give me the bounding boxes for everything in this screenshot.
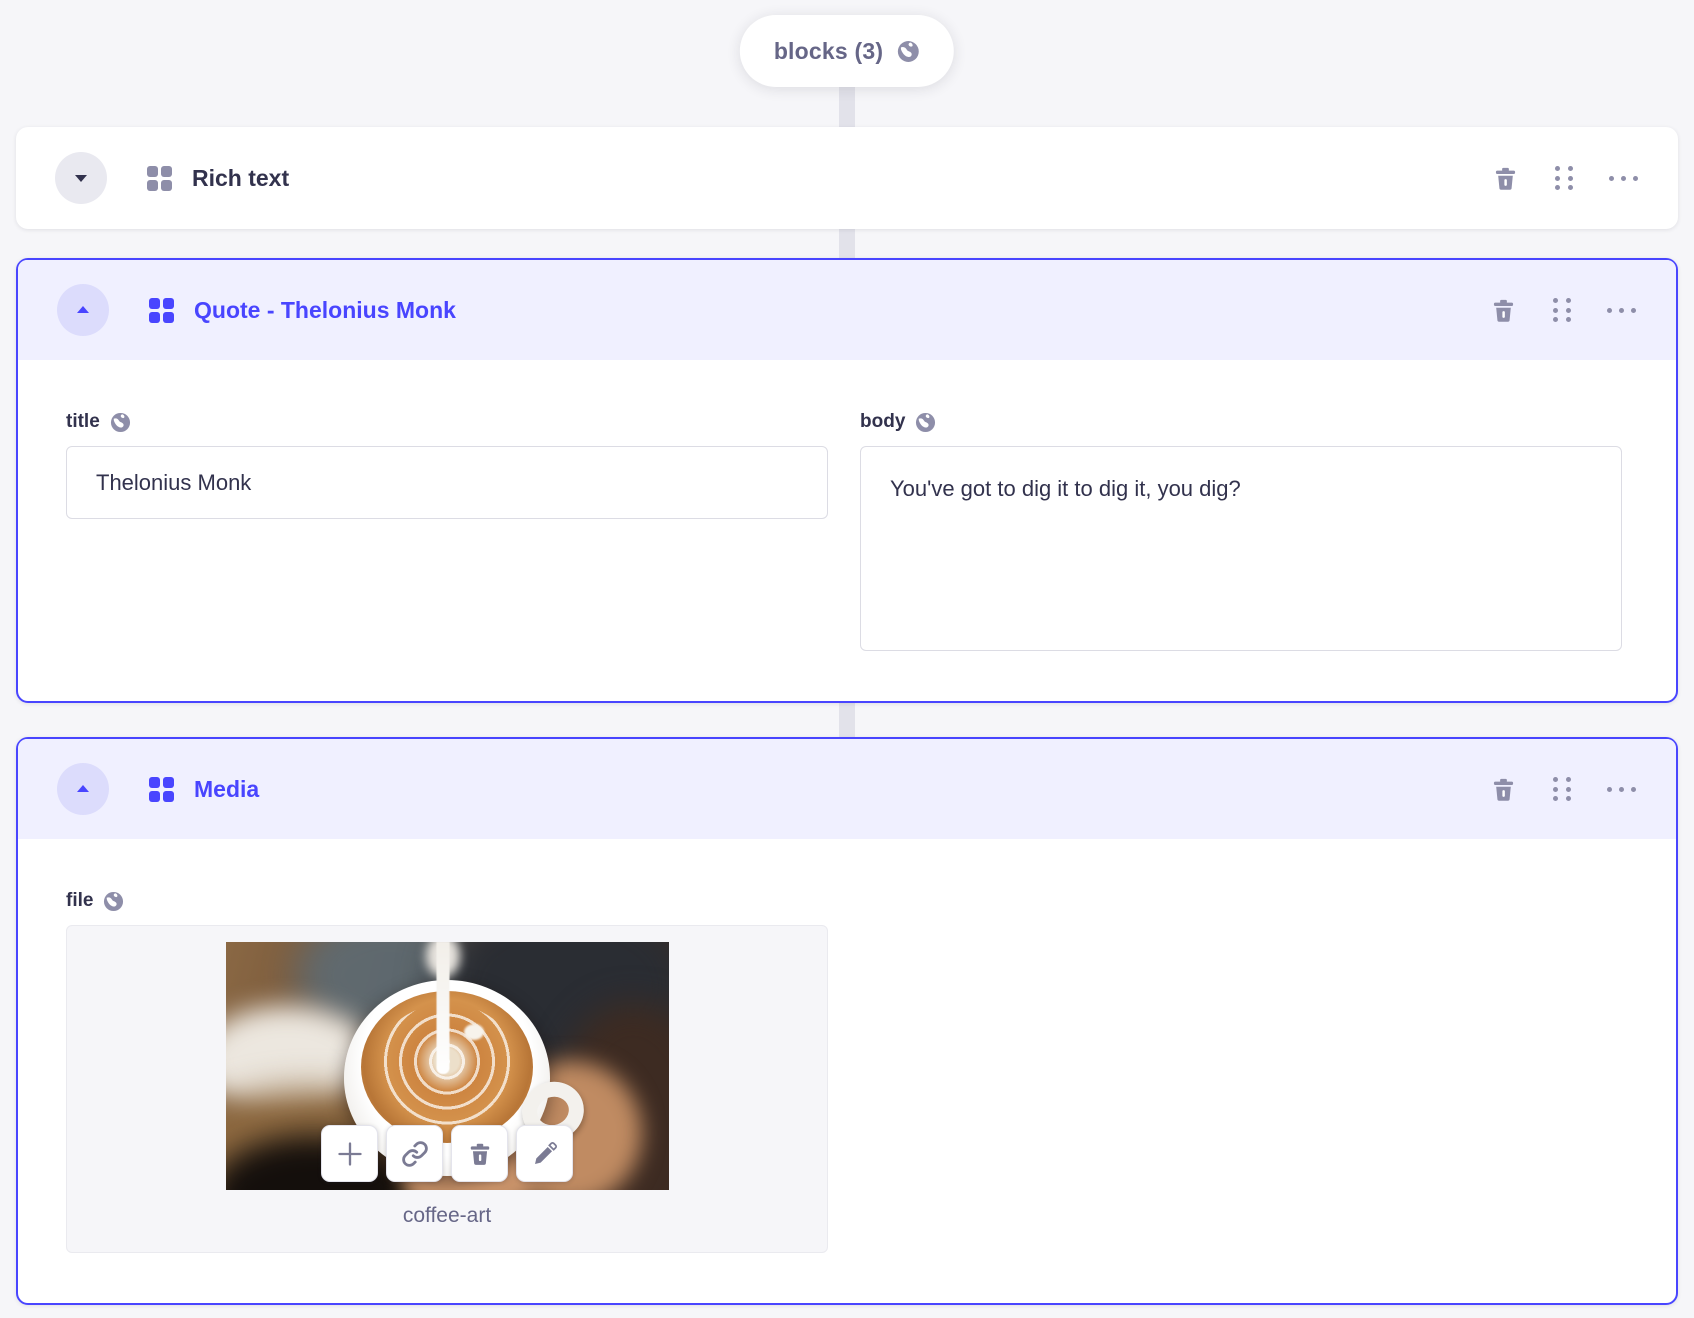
more-options-button[interactable] xyxy=(1609,175,1638,181)
block-quote: Quote - Thelonius Monk title Thelonius M… xyxy=(16,258,1678,703)
block-fields: title body You've got to dig it to dig i… xyxy=(18,360,1676,651)
drag-handle[interactable] xyxy=(1553,777,1571,801)
ellipsis-icon xyxy=(1607,307,1636,313)
chevron-down-icon xyxy=(71,168,91,188)
drag-handle[interactable] xyxy=(1553,298,1571,322)
plus-icon xyxy=(336,1140,364,1168)
field-label: body xyxy=(860,411,906,432)
block-rich-text: Rich text xyxy=(16,127,1678,229)
file-upload-box: coffee-art xyxy=(66,925,828,1253)
block-actions xyxy=(1490,260,1636,360)
media-toolbar xyxy=(321,1125,573,1182)
blocks-count-label: blocks (3) xyxy=(773,37,884,64)
trash-icon xyxy=(467,1141,493,1167)
block-header: Media xyxy=(18,739,1676,839)
delete-block-button[interactable] xyxy=(1490,776,1517,803)
globe-icon xyxy=(110,412,131,433)
drag-handle-icon xyxy=(1553,298,1571,322)
more-options-button[interactable] xyxy=(1607,786,1636,792)
block-actions xyxy=(1492,127,1638,229)
block-actions xyxy=(1490,739,1636,839)
ellipsis-icon xyxy=(1609,175,1638,181)
connector-line xyxy=(839,82,855,130)
pencil-icon xyxy=(532,1141,558,1167)
collapse-toggle-button[interactable] xyxy=(57,763,109,815)
block-header: Quote - Thelonius Monk xyxy=(18,260,1676,360)
connector-line xyxy=(839,699,855,741)
drag-handle-icon xyxy=(1555,166,1573,190)
chevron-up-icon xyxy=(73,779,93,799)
drag-handle-icon xyxy=(1553,777,1571,801)
field-label: title xyxy=(66,411,100,432)
collapse-toggle-button[interactable] xyxy=(55,152,107,204)
block-media: Media file coffee-art xyxy=(16,737,1678,1305)
edit-media-button[interactable] xyxy=(516,1125,573,1182)
blocks-grid-icon xyxy=(149,297,174,323)
trash-icon xyxy=(1490,297,1517,324)
globe-icon xyxy=(897,40,920,63)
block-header: Rich text xyxy=(16,127,1678,229)
body-textarea[interactable]: You've got to dig it to dig it, you dig? xyxy=(860,446,1622,651)
link-icon xyxy=(401,1140,429,1168)
ellipsis-icon xyxy=(1607,786,1636,792)
block-fields: file coffee-art xyxy=(18,839,1676,1253)
more-options-button[interactable] xyxy=(1607,307,1636,313)
globe-icon xyxy=(103,891,124,912)
chevron-up-icon xyxy=(73,300,93,320)
blocks-grid-icon xyxy=(149,776,174,802)
title-input[interactable] xyxy=(66,446,828,519)
block-title: Quote - Thelonius Monk xyxy=(194,296,456,323)
drag-handle[interactable] xyxy=(1555,166,1573,190)
file-name-caption: coffee-art xyxy=(402,1204,492,1227)
trash-icon xyxy=(1492,165,1519,192)
globe-icon xyxy=(915,412,936,433)
add-media-button[interactable] xyxy=(321,1125,378,1182)
delete-block-button[interactable] xyxy=(1492,165,1519,192)
block-title: Media xyxy=(194,775,260,802)
field-label: file xyxy=(66,890,94,911)
block-title: Rich text xyxy=(192,164,290,191)
connector-line xyxy=(839,227,855,261)
collapse-toggle-button[interactable] xyxy=(57,284,109,336)
trash-icon xyxy=(1490,776,1517,803)
copy-link-button[interactable] xyxy=(386,1125,443,1182)
field-body: body You've got to dig it to dig it, you… xyxy=(860,410,1622,651)
blocks-grid-icon xyxy=(147,165,172,191)
field-title: title xyxy=(66,410,828,651)
delete-media-button[interactable] xyxy=(451,1125,508,1182)
delete-block-button[interactable] xyxy=(1490,297,1517,324)
blocks-count-pill: blocks (3) xyxy=(739,15,955,87)
